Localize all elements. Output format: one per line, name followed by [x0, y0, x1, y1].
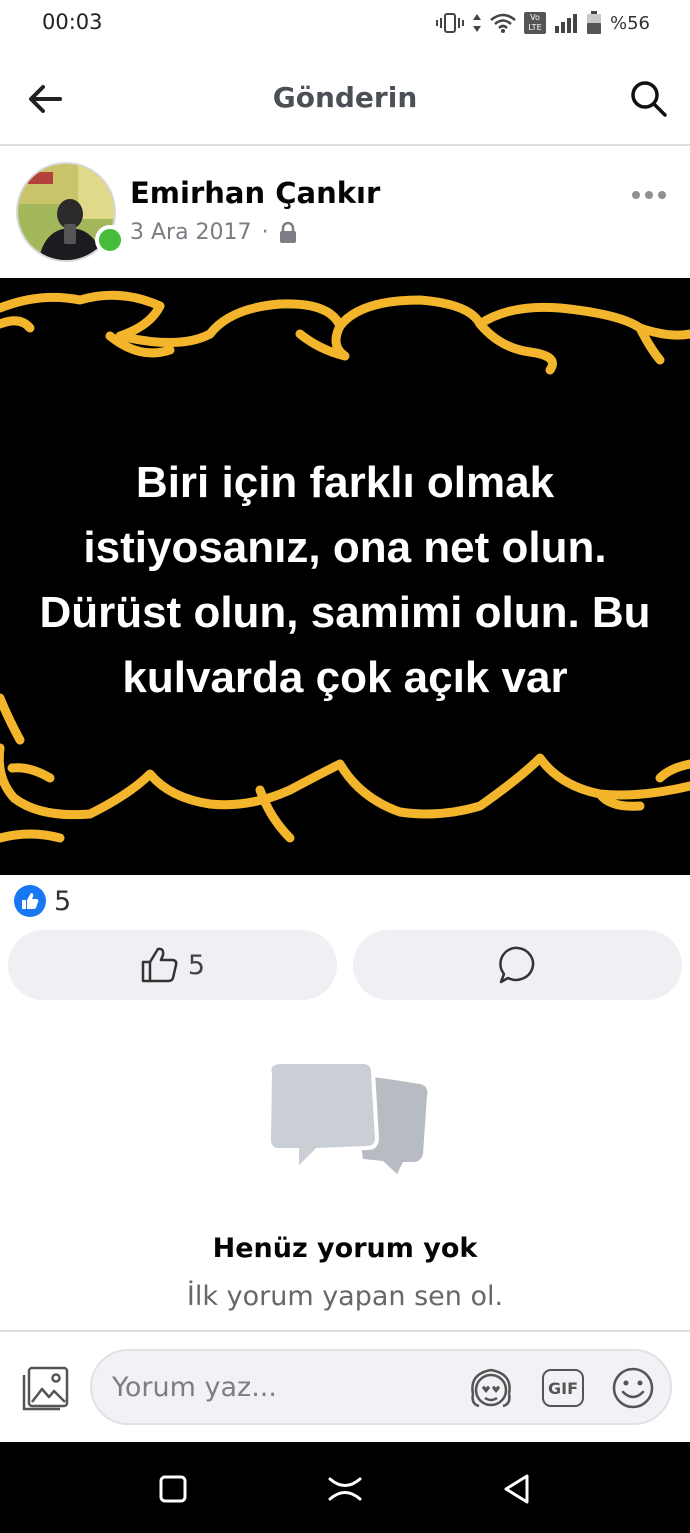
avatar-sticker-button[interactable]: [466, 1363, 516, 1413]
comment-box: GIF: [90, 1349, 672, 1425]
more-dot-icon: [645, 191, 653, 199]
author-name[interactable]: Emirhan Çankır: [130, 176, 380, 210]
wifi-icon: [490, 13, 516, 33]
home-gesture-icon: [328, 1477, 362, 1501]
gif-icon: GIF: [542, 1369, 584, 1407]
reaction-count: 5: [54, 885, 72, 917]
comment-composer: GIF: [0, 1330, 690, 1442]
quote-line: istiyosanız, ona net olun.: [83, 523, 607, 572]
page-title: Gönderin: [272, 81, 418, 114]
status-icons: Vo LTE %56: [435, 10, 650, 36]
search-button[interactable]: [626, 76, 672, 122]
vibrate-icon: [435, 13, 464, 33]
more-dot-icon: [658, 191, 666, 199]
like-reaction-icon: [14, 885, 46, 917]
data-arrows-icon: [472, 14, 481, 32]
more-dot-icon: [632, 191, 640, 199]
like-button[interactable]: 5: [8, 930, 337, 1000]
signal-icon: [554, 14, 577, 33]
volte-icon: Vo LTE: [523, 12, 546, 34]
more-options-button[interactable]: [624, 180, 674, 210]
comment-input[interactable]: [112, 1365, 452, 1409]
empty-state-title: Henüz yorum yok: [212, 1233, 478, 1264]
recents-button[interactable]: [148, 1464, 198, 1514]
online-status-indicator: [95, 225, 125, 255]
no-comments-illustration-icon: [266, 1060, 428, 1175]
comment-button[interactable]: [353, 930, 682, 1000]
search-icon: [631, 81, 667, 117]
quote-line: kulvarda çok açık var: [122, 653, 568, 702]
avatar-sticker-icon: [471, 1368, 511, 1408]
quote-line: Dürüst olun, samimi olun. Bu: [39, 588, 651, 637]
thumbs-up-icon: [141, 947, 178, 983]
post-actions: 5: [8, 930, 682, 1000]
reaction-summary[interactable]: 5: [14, 884, 71, 918]
quote-line: Biri için farklı olmak: [135, 458, 555, 507]
empty-state-subtitle: İlk yorum yapan sen ol.: [186, 1281, 504, 1312]
image-icon: [22, 1366, 69, 1411]
status-time: 00:03: [42, 10, 103, 34]
emoji-button[interactable]: [608, 1363, 658, 1413]
like-count: 5: [187, 949, 206, 981]
meta-separator: ·: [261, 220, 269, 245]
back-nav-button[interactable]: [492, 1464, 542, 1514]
quote-text: Biri için farklı olmak istiyosanız, ona …: [10, 450, 680, 710]
recents-square-icon: [159, 1475, 187, 1503]
home-button[interactable]: [320, 1464, 370, 1514]
comment-bubble-icon: [498, 946, 534, 984]
post-header: Emirhan Çankır 3 Ara 2017 ·: [0, 150, 690, 276]
post-image[interactable]: Biri için farklı olmak istiyosanız, ona …: [0, 278, 690, 875]
battery-icon: [586, 11, 601, 34]
gif-button[interactable]: GIF: [538, 1363, 588, 1413]
attach-photo-button[interactable]: [18, 1362, 72, 1416]
status-bar: 00:03 Vo LTE %56: [0, 0, 690, 48]
app-header: Gönderin: [0, 48, 690, 146]
post-date[interactable]: 3 Ara 2017: [130, 220, 252, 245]
smiley-icon: [612, 1367, 654, 1409]
battery-percent: %56: [609, 12, 650, 34]
back-triangle-icon: [504, 1474, 529, 1504]
system-nav-bar: [0, 1442, 690, 1533]
post-meta: 3 Ara 2017 ·: [130, 220, 297, 245]
lock-icon: [279, 221, 296, 243]
